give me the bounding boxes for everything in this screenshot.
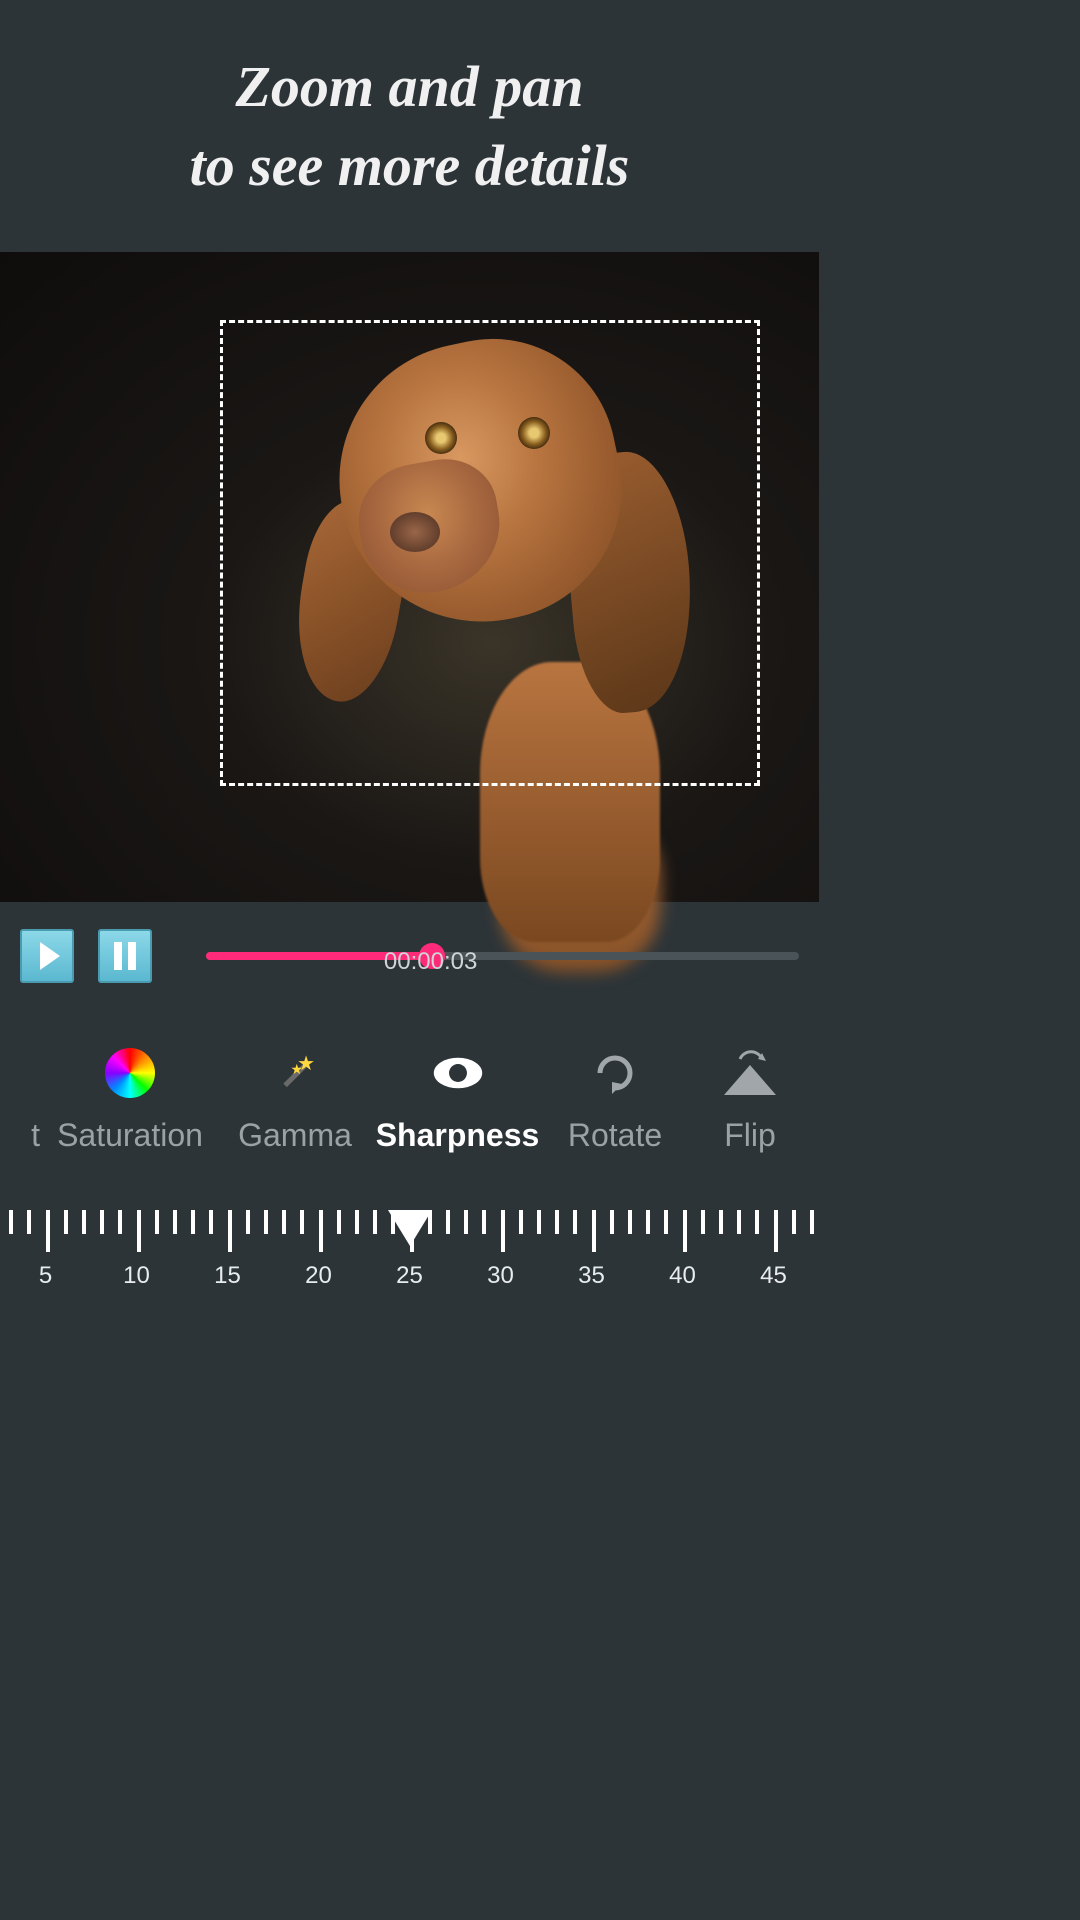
playback-controls: 00:00:03 — [0, 902, 819, 1010]
tool-label: Flip — [724, 1117, 776, 1154]
ruler-tick-minor — [537, 1210, 541, 1234]
ruler-tick-major — [228, 1210, 232, 1252]
ruler-tick-major — [501, 1210, 505, 1252]
tool-label-partial: t — [10, 1117, 40, 1154]
timecode-label: 00:00:03 — [384, 948, 477, 976]
value-ruler[interactable]: 5 10 15 20 25 30 35 40 45 — [0, 1210, 819, 1320]
promo-header: Zoom and pan to see more details — [0, 0, 819, 252]
pause-button[interactable] — [98, 929, 152, 983]
ruler-tick-label: 20 — [305, 1262, 332, 1290]
ruler-tick-minor — [9, 1210, 13, 1234]
ruler-tick-minor — [810, 1210, 814, 1234]
ruler-tick-minor — [573, 1210, 577, 1234]
ruler-tick-minor — [100, 1210, 104, 1234]
tool-flip[interactable]: Flip — [685, 1047, 815, 1154]
play-button[interactable] — [20, 929, 74, 983]
tool-rotate[interactable]: Rotate — [545, 1047, 685, 1154]
ruler-tick-minor — [628, 1210, 632, 1234]
eye-icon — [432, 1047, 484, 1099]
ruler-tick-minor — [246, 1210, 250, 1234]
ruler-tick-label: 10 — [123, 1262, 150, 1290]
ruler-tick-major — [319, 1210, 323, 1252]
rotate-icon — [589, 1047, 641, 1099]
ruler-tick-major — [683, 1210, 687, 1252]
video-preview[interactable] — [0, 252, 819, 902]
timeline[interactable]: 00:00:03 — [206, 926, 799, 986]
ruler-tick-minor — [664, 1210, 668, 1234]
saturation-icon — [104, 1047, 156, 1099]
ruler-tick-minor — [701, 1210, 705, 1234]
ruler-tick-major — [137, 1210, 141, 1252]
ruler-tick-minor — [282, 1210, 286, 1234]
ruler-tick-minor — [64, 1210, 68, 1234]
ruler-tick-minor — [446, 1210, 450, 1234]
magic-wand-icon: ★ ★ — [269, 1047, 321, 1099]
tool-label: Gamma — [238, 1117, 352, 1154]
tool-item-partial[interactable]: t — [0, 1047, 40, 1154]
ruler-tick-label: 35 — [578, 1262, 605, 1290]
ruler-tick-label: 5 — [39, 1262, 52, 1290]
timeline-track[interactable] — [206, 952, 799, 960]
ruler-pointer-icon[interactable] — [388, 1210, 432, 1246]
ruler-tick-minor — [337, 1210, 341, 1234]
ruler-tick-major — [46, 1210, 50, 1252]
ruler-tick-minor — [519, 1210, 523, 1234]
ruler-tick-minor — [27, 1210, 31, 1234]
ruler-tick-minor — [719, 1210, 723, 1234]
play-icon — [40, 942, 60, 970]
ruler-tick-label: 45 — [760, 1262, 787, 1290]
ruler-tick-minor — [209, 1210, 213, 1234]
ruler-tick-minor — [82, 1210, 86, 1234]
tool-label: Saturation — [57, 1117, 203, 1154]
crop-selection-box[interactable] — [220, 320, 760, 786]
ruler-tick-minor — [191, 1210, 195, 1234]
header-line-1: Zoom and pan — [235, 53, 583, 120]
ruler-tick-major — [774, 1210, 778, 1252]
ruler-tick-minor — [737, 1210, 741, 1234]
pause-icon — [114, 942, 136, 970]
tool-gamma[interactable]: ★ ★ Gamma — [220, 1047, 370, 1154]
flip-icon — [724, 1047, 776, 1099]
ruler-tick-minor — [755, 1210, 759, 1234]
tool-label: Sharpness — [376, 1117, 540, 1154]
ruler-tick-minor — [610, 1210, 614, 1234]
ruler-tick-label: 30 — [487, 1262, 514, 1290]
ruler-tick-minor — [464, 1210, 468, 1234]
tool-saturation[interactable]: Saturation — [40, 1047, 220, 1154]
ruler-tick-minor — [792, 1210, 796, 1234]
ruler-tick-minor — [373, 1210, 377, 1234]
ruler-tick-minor — [555, 1210, 559, 1234]
ruler-tick-minor — [173, 1210, 177, 1234]
ruler-tick-minor — [118, 1210, 122, 1234]
ruler-tick-label: 40 — [669, 1262, 696, 1290]
ruler-tick-minor — [155, 1210, 159, 1234]
ruler-tick-minor — [300, 1210, 304, 1234]
tool-sharpness[interactable]: Sharpness — [370, 1047, 545, 1154]
ruler-tick-minor — [355, 1210, 359, 1234]
effects-toolbar[interactable]: t Saturation ★ ★ Gamma Sharpness — [0, 1010, 819, 1190]
ruler-tick-label: 15 — [214, 1262, 241, 1290]
header-line-2: to see more details — [190, 132, 630, 199]
ruler-tick-major — [592, 1210, 596, 1252]
tool-label: Rotate — [568, 1117, 662, 1154]
ruler-tick-minor — [264, 1210, 268, 1234]
ruler-tick-minor — [646, 1210, 650, 1234]
ruler-tick-label: 25 — [396, 1262, 423, 1290]
ruler-tick-minor — [482, 1210, 486, 1234]
